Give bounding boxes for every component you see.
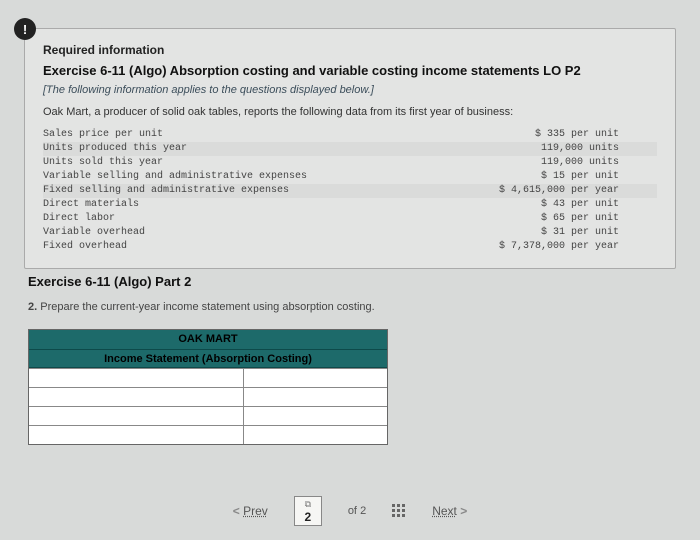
part2-instruction: 2. Prepare the current-year income state… — [28, 301, 672, 313]
page-indicator[interactable]: ⧉ 2 — [294, 496, 322, 526]
next-button[interactable]: Next > — [432, 504, 467, 518]
worksheet-table[interactable]: OAK MART Income Statement (Absorption Co… — [28, 329, 388, 445]
chevron-left-icon: < — [233, 504, 240, 518]
part2-title: Exercise 6-11 (Algo) Part 2 — [28, 274, 672, 289]
info-icon: ! — [14, 18, 36, 40]
worksheet-cell[interactable] — [29, 369, 244, 387]
required-info-panel: Required information Exercise 6-11 (Algo… — [24, 28, 676, 269]
next-label: Next — [432, 504, 457, 518]
data-label: Direct materials — [43, 198, 387, 212]
data-value: 119,000 units — [387, 156, 657, 170]
required-label: Required information — [43, 43, 657, 57]
grid-icon[interactable] — [392, 504, 406, 518]
data-label: Fixed selling and administrative expense… — [43, 184, 387, 198]
of-label: of 2 — [348, 505, 366, 517]
data-label: Variable selling and administrative expe… — [43, 170, 387, 184]
data-label: Fixed overhead — [43, 240, 387, 254]
data-value: 119,000 units — [387, 142, 657, 156]
prev-label: Prev — [243, 504, 268, 518]
worksheet-stmt-title: Income Statement (Absorption Costing) — [29, 350, 387, 367]
step-text: Prepare the current-year income statemen… — [40, 301, 374, 313]
exercise-title: Exercise 6-11 (Algo) Absorption costing … — [43, 63, 657, 78]
data-value: $ 31 per unit — [387, 226, 657, 240]
page-current: 2 — [295, 509, 321, 525]
part2-section: Exercise 6-11 (Algo) Part 2 2. Prepare t… — [28, 274, 672, 445]
pager: < Prev ⧉ 2 of 2 Next > — [0, 496, 700, 526]
data-value: $ 335 per unit — [387, 128, 657, 142]
data-label: Direct labor — [43, 212, 387, 226]
data-value: $ 43 per unit — [387, 198, 657, 212]
worksheet-company: OAK MART — [29, 330, 387, 349]
data-label: Sales price per unit — [43, 128, 387, 142]
worksheet-cell[interactable] — [244, 388, 387, 406]
worksheet-cell[interactable] — [29, 388, 244, 406]
applies-note: [The following information applies to th… — [43, 84, 657, 96]
worksheet-cell[interactable] — [244, 369, 387, 387]
scenario-text: Oak Mart, a producer of solid oak tables… — [43, 106, 657, 118]
worksheet-cell[interactable] — [244, 426, 387, 444]
data-value: $ 65 per unit — [387, 212, 657, 226]
worksheet-cell[interactable] — [29, 407, 244, 425]
data-label: Units sold this year — [43, 156, 387, 170]
data-label: Units produced this year — [43, 142, 387, 156]
data-value: $ 15 per unit — [387, 170, 657, 184]
step-number: 2. — [28, 301, 40, 313]
worksheet-cell[interactable] — [29, 426, 244, 444]
data-value: $ 7,378,000 per year — [387, 240, 657, 254]
prev-button[interactable]: < Prev — [233, 504, 268, 518]
data-value: $ 4,615,000 per year — [387, 184, 657, 198]
chevron-right-icon: > — [460, 504, 467, 518]
link-icon: ⧉ — [295, 497, 321, 509]
worksheet-cell[interactable] — [244, 407, 387, 425]
data-table: Sales price per unit$ 335 per unit Units… — [43, 128, 657, 254]
data-label: Variable overhead — [43, 226, 387, 240]
